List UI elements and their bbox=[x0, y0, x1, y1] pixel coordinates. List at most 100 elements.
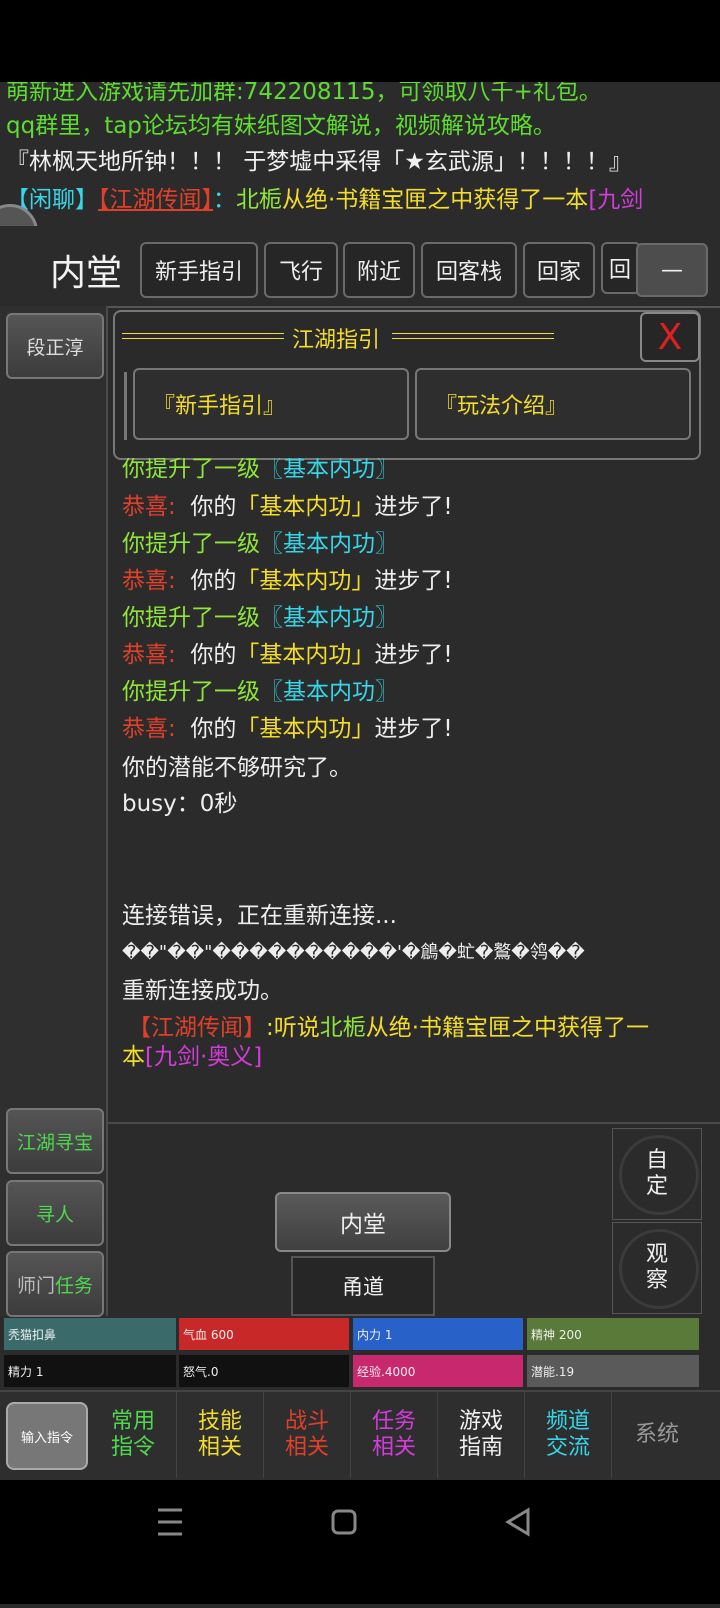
stat-qianneng[interactable]: 潜能.19 bbox=[527, 1355, 699, 1387]
log-text: 你的 bbox=[190, 568, 237, 594]
room-title: 内堂 bbox=[50, 253, 123, 294]
custom-button[interactable]: 自定 bbox=[612, 1128, 702, 1220]
divider bbox=[124, 372, 127, 440]
skill-name: 「基本内功」 bbox=[236, 642, 375, 668]
input-command-button[interactable]: 输入指令 bbox=[6, 1402, 88, 1470]
log-line: 恭喜: 你的「基本内功」进步了! bbox=[122, 490, 453, 524]
menu-tasks[interactable]: 任务 相关 bbox=[351, 1392, 438, 1478]
nav-fly-button[interactable]: 飞行 bbox=[264, 242, 338, 298]
broadcast-panel: 萌新进入游戏请先加群:742208115，可领取八千+礼包。 qq群里，tap论… bbox=[0, 82, 720, 222]
nav-inn-button[interactable]: 回客栈 bbox=[421, 242, 517, 298]
log-line: 重新连接成功。 bbox=[122, 978, 283, 1004]
stat-nuqi[interactable]: 怒气.0 bbox=[179, 1355, 349, 1387]
treasure-hunt-button[interactable]: 江湖寻宝 bbox=[6, 1108, 104, 1174]
player-name[interactable]: 北栀 bbox=[320, 1015, 366, 1041]
stat-neili[interactable]: 内力 1 bbox=[353, 1318, 523, 1350]
observe-label: 观察 bbox=[645, 1242, 668, 1293]
skill-name: 〖基本内功〗 bbox=[260, 458, 398, 482]
menu-icon bbox=[158, 1508, 182, 1536]
log-text: 进步了! bbox=[374, 568, 453, 594]
log-line: 恭喜: 你的「基本内功」进步了! bbox=[122, 712, 453, 746]
stat-jingshen[interactable]: 精神 200 bbox=[527, 1318, 699, 1350]
npc-duan-zhengchun-button[interactable]: 段正淳 bbox=[6, 313, 104, 379]
log-text: 进步了! bbox=[374, 716, 453, 742]
log-text: 进步了! bbox=[374, 642, 453, 668]
nav-home-button[interactable]: 回家 bbox=[523, 242, 595, 298]
log-line: 你提升了一级〖基本内功〗 bbox=[122, 527, 398, 561]
colon: ： bbox=[213, 187, 236, 213]
sect-task-button[interactable]: 师门 任务 bbox=[6, 1251, 104, 1317]
stat-qixue[interactable]: 气血 600 bbox=[179, 1318, 349, 1350]
log-line: 你提升了一级〖基本内功〗 bbox=[122, 601, 398, 635]
log-text: 你的 bbox=[190, 716, 237, 742]
find-person-button[interactable]: 寻人 bbox=[6, 1180, 104, 1246]
rumor-channel[interactable]: 【江湖传闻】 bbox=[98, 187, 213, 213]
menu-system[interactable]: 系统 bbox=[614, 1392, 700, 1478]
menu-common-commands[interactable]: 常用 指令 bbox=[90, 1392, 177, 1478]
title-divider-right bbox=[392, 333, 554, 339]
log-line: 连接错误，正在重新连接... bbox=[122, 903, 397, 929]
exit-yongdao-button[interactable]: 甬道 bbox=[291, 1256, 435, 1316]
status-bar bbox=[0, 0, 720, 82]
log-text: 进步了! bbox=[374, 494, 453, 520]
system-nav-bar bbox=[0, 1480, 720, 1604]
back-icon bbox=[505, 1507, 530, 1537]
skill-name: 「基本内功」 bbox=[236, 716, 375, 742]
log-line: busy：0秒 bbox=[122, 791, 238, 817]
sect-task-prefix: 师门 bbox=[16, 1274, 55, 1297]
log-text: 你提升了一级 bbox=[122, 679, 260, 705]
player-name[interactable]: 北栀 bbox=[236, 187, 282, 213]
broadcast-line: 萌新进入游戏请先加群:742208115，可领取八千+礼包。 bbox=[6, 82, 602, 105]
skill-name: 〖基本内功〗 bbox=[260, 531, 398, 557]
nav-more-button[interactable]: 回 bbox=[601, 242, 641, 294]
observe-button[interactable]: 观察 bbox=[612, 1222, 702, 1314]
log-line: 恭喜: 你的「基本内功」进步了! bbox=[122, 638, 453, 672]
item-name[interactable]: [九剑·奥义] bbox=[145, 1044, 262, 1070]
item-name[interactable]: [九剑 bbox=[588, 187, 643, 213]
broadcast-chat-line: 【闲聊】【江湖传闻】：北栀从绝·书籍宝匣之中获得了一本[九剑 bbox=[6, 184, 643, 216]
skill-name: 〖基本内功〗 bbox=[260, 679, 398, 705]
menu-combat[interactable]: 战斗 相关 bbox=[264, 1392, 351, 1478]
broadcast-line: qq群里，tap论坛均有妹纸图文解说，视频解说攻略。 bbox=[6, 113, 556, 139]
log-text: 你的 bbox=[190, 494, 237, 520]
log-text: 你的 bbox=[190, 642, 237, 668]
home-icon bbox=[331, 1509, 357, 1535]
sect-task-suffix: 任务 bbox=[55, 1274, 94, 1297]
skill-name: 「基本内功」 bbox=[236, 568, 375, 594]
log-text: 你提升了一级 bbox=[122, 458, 260, 482]
guide-gameplay-button[interactable]: 『玩法介绍』 bbox=[415, 368, 691, 440]
log-text: 本 bbox=[122, 1044, 145, 1070]
log-line: ��"��"����������'�鶬�虻�鸄�鸰�� bbox=[122, 942, 585, 963]
broadcast-line: 『林枫天地所钟！！！ 于梦墟中采得「★玄武源」！！！！』 bbox=[6, 149, 632, 175]
skill-name: 〖基本内功〗 bbox=[260, 605, 398, 631]
exit-neitang-button[interactable]: 内堂 bbox=[275, 1192, 451, 1252]
close-icon[interactable]: X bbox=[640, 312, 700, 362]
skill-name: 「基本内功」 bbox=[236, 494, 375, 520]
message-log[interactable]: 你提升了一级〖基本内功〗 恭喜: 你的「基本内功」进步了! 你提升了一级〖基本内… bbox=[108, 458, 720, 1122]
menu-game-guide[interactable]: 游戏 指南 bbox=[438, 1392, 525, 1478]
title-divider-left bbox=[122, 333, 284, 339]
log-text: 你提升了一级 bbox=[122, 605, 260, 631]
menu-skills[interactable]: 技能 相关 bbox=[177, 1392, 264, 1478]
log-text: :听说 bbox=[266, 1015, 320, 1041]
nav-nearby-button[interactable]: 附近 bbox=[343, 242, 415, 298]
log-label: 恭喜: bbox=[122, 716, 176, 742]
nav-newbie-guide-button[interactable]: 新手指引 bbox=[140, 242, 258, 298]
log-text: 从绝·书籍宝匣之中获得了一 bbox=[365, 1015, 650, 1041]
minimize-button[interactable]: — bbox=[636, 243, 708, 297]
log-line: 你的潜能不够研究了。 bbox=[122, 755, 352, 781]
log-text: 你提升了一级 bbox=[122, 531, 260, 557]
nav-icons bbox=[158, 1507, 530, 1537]
log-label: 恭喜: bbox=[122, 568, 176, 594]
message-text: 从绝·书籍宝匣之中获得了一本 bbox=[282, 187, 589, 213]
log-line: 本[九剑·奥义] bbox=[122, 1040, 262, 1074]
stat-jingli[interactable]: 精力 1 bbox=[4, 1355, 176, 1387]
guide-newbie-button[interactable]: 『新手指引』 bbox=[133, 368, 409, 440]
guide-title: 江湖指引 bbox=[292, 328, 381, 353]
log-line: 你提升了一级〖基本内功〗 bbox=[122, 675, 398, 709]
log-label: 恭喜: bbox=[122, 494, 176, 520]
log-label: 恭喜: bbox=[122, 642, 176, 668]
stat-exp[interactable]: 经验.4000 bbox=[353, 1355, 523, 1387]
menu-channels[interactable]: 频道 交流 bbox=[525, 1392, 612, 1478]
stat-skin[interactable]: 秃猫扣鼻 bbox=[4, 1318, 176, 1350]
